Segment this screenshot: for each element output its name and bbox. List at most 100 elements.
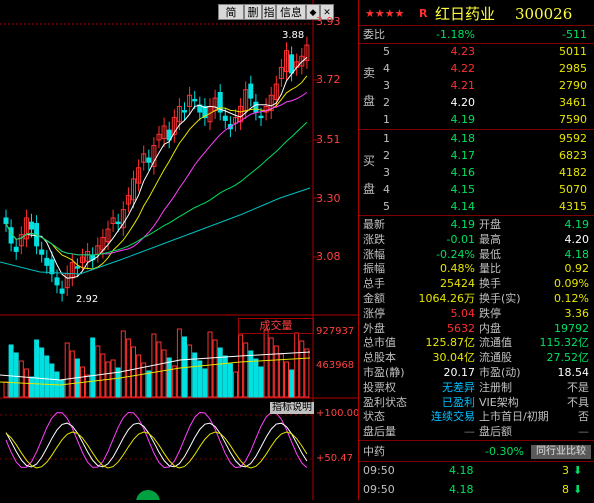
buy-price: 4.18	[450, 132, 476, 145]
sell-volume: 3461	[559, 96, 587, 109]
volume-indicator-tab[interactable]: 成交量	[238, 318, 314, 334]
candle-body	[39, 249, 45, 255]
tick-price: 4.18	[449, 483, 474, 496]
stat-value: 20.17	[443, 366, 476, 379]
volume-bar	[304, 348, 310, 398]
stat-value: 27.52亿	[546, 351, 590, 365]
candle-body	[258, 115, 264, 119]
buy-row[interactable]: 5 4.14 4315	[359, 199, 594, 215]
stat-value: 115.32亿	[539, 336, 590, 350]
price-axis-label: 3.30	[316, 192, 341, 205]
volume-bar	[268, 337, 274, 398]
indicator-line	[5, 431, 308, 469]
stock-header: ★★★★ R 红日药业 300026	[359, 4, 594, 24]
volume-bar	[136, 354, 142, 398]
stat-value: 无差异	[442, 380, 475, 394]
sell-row[interactable]: 2 4.20 3461	[359, 95, 594, 111]
stat-row: 金额 1064.26万 换手(实) 0.12%	[359, 291, 594, 306]
stat-label: 振幅	[363, 262, 385, 276]
sector-name: 中药	[363, 445, 385, 458]
stat-value: 不是	[567, 380, 589, 394]
volume-bar	[289, 369, 295, 398]
volume-bar	[227, 363, 233, 398]
buy-row[interactable]: 2 4.17 6823	[359, 148, 594, 164]
stat-row: 最新 4.19 开盘 4.19	[359, 217, 594, 232]
candle-body	[253, 101, 259, 113]
buy-row[interactable]: 3 4.16 4182	[359, 165, 594, 181]
simplify-button[interactable]: 简	[218, 4, 244, 20]
buy-row[interactable]: 1 4.18 9592	[359, 131, 594, 147]
info-button[interactable]: 信息	[276, 4, 306, 20]
sell-level: 3	[383, 79, 390, 92]
sell-volume: 7590	[559, 113, 587, 126]
volume-bar	[64, 342, 70, 398]
stat-row: 盈利状态 已盈利 VIE架构 不具	[359, 395, 594, 410]
stat-label: 换手	[479, 277, 501, 291]
buy-volume: 4315	[559, 200, 587, 213]
stat-label: 流通值	[479, 336, 512, 350]
candle-body	[49, 259, 55, 275]
volume-bar	[156, 341, 162, 398]
buy-level: 1	[383, 132, 390, 145]
stat-value: 4.19	[450, 218, 476, 231]
tick-row: 09:50 4.18 8 ⬇	[359, 482, 594, 498]
stat-value: 连续交易	[431, 410, 475, 424]
buy-price: 4.15	[450, 183, 476, 196]
tick-price: 4.18	[449, 464, 474, 477]
high-price-mark: 3.88	[282, 30, 305, 41]
stat-value: 18.54	[557, 366, 590, 379]
stat-row: 振幅 0.48% 量比 0.92	[359, 261, 594, 276]
volume-bar	[161, 349, 167, 398]
candle-body	[59, 288, 65, 294]
price-axis-label: 3.72	[316, 73, 341, 86]
volume-bar	[278, 353, 284, 398]
stat-value: 不具	[567, 395, 589, 409]
stat-row: 总手 25424 换手 0.09%	[359, 276, 594, 291]
indicator-button[interactable]: 指	[262, 4, 276, 20]
candle-body	[289, 54, 295, 74]
chart-canvas[interactable]	[0, 0, 358, 503]
volume-bar	[49, 363, 55, 398]
volume-bar	[3, 381, 9, 398]
tick-volume: 3	[562, 464, 569, 477]
stat-row: 总股本 30.04亿 流通股 27.52亿	[359, 350, 594, 365]
stat-label: 盈利状态	[363, 395, 407, 409]
volume-bar	[13, 352, 19, 398]
volume-bar	[222, 355, 228, 398]
down-arrow-icon: ⬇	[573, 483, 583, 496]
sell-price: 4.21	[450, 79, 476, 92]
volume-axis-label: 927937	[316, 326, 355, 337]
stat-label: 最高	[479, 232, 501, 246]
volume-bar	[176, 328, 182, 398]
candle-body	[248, 83, 254, 99]
delete-button[interactable]: 删	[244, 4, 262, 20]
sell-row[interactable]: 5 4.23 5011	[359, 44, 594, 60]
stat-value: 5632	[447, 321, 475, 335]
stat-label: 市盈(动)	[479, 366, 521, 379]
indicator-help-button[interactable]: 指标说明	[270, 402, 314, 414]
stat-value: 1064.26万	[418, 292, 476, 305]
candle-body	[54, 277, 60, 286]
sell-row[interactable]: 4 4.22 2985	[359, 61, 594, 77]
stat-label: 金额	[363, 292, 385, 305]
tick-time: 09:50	[363, 464, 395, 477]
sell-row[interactable]: 1 4.19 7590	[359, 112, 594, 128]
sell-level: 2	[383, 96, 390, 109]
indicator-axis-label: +100.00	[316, 408, 360, 419]
buy-row[interactable]: 4 4.15 5070	[359, 182, 594, 198]
kline-chart[interactable]: 简 删 指 信息 ◆ ✕ 3.93 3.72 3.51 3.30 3.08 3.…	[0, 0, 360, 503]
stat-value: 125.87亿	[425, 336, 476, 350]
stat-value: 0.12%	[554, 292, 589, 305]
stat-label: 注册制	[479, 380, 512, 394]
price-axis-label: 3.51	[316, 133, 341, 146]
stat-label: 状态	[363, 410, 385, 424]
peer-compare-button[interactable]: 同行业比较	[531, 445, 591, 459]
volume-bar	[59, 379, 65, 398]
sell-level: 4	[383, 62, 390, 75]
candle-body	[74, 266, 80, 269]
sell-row[interactable]: 3 4.21 2790	[359, 78, 594, 94]
weibi-value: -511	[562, 28, 587, 41]
candle-body	[29, 221, 34, 230]
stat-value: 已盈利	[442, 395, 475, 409]
volume-bar	[166, 357, 172, 398]
